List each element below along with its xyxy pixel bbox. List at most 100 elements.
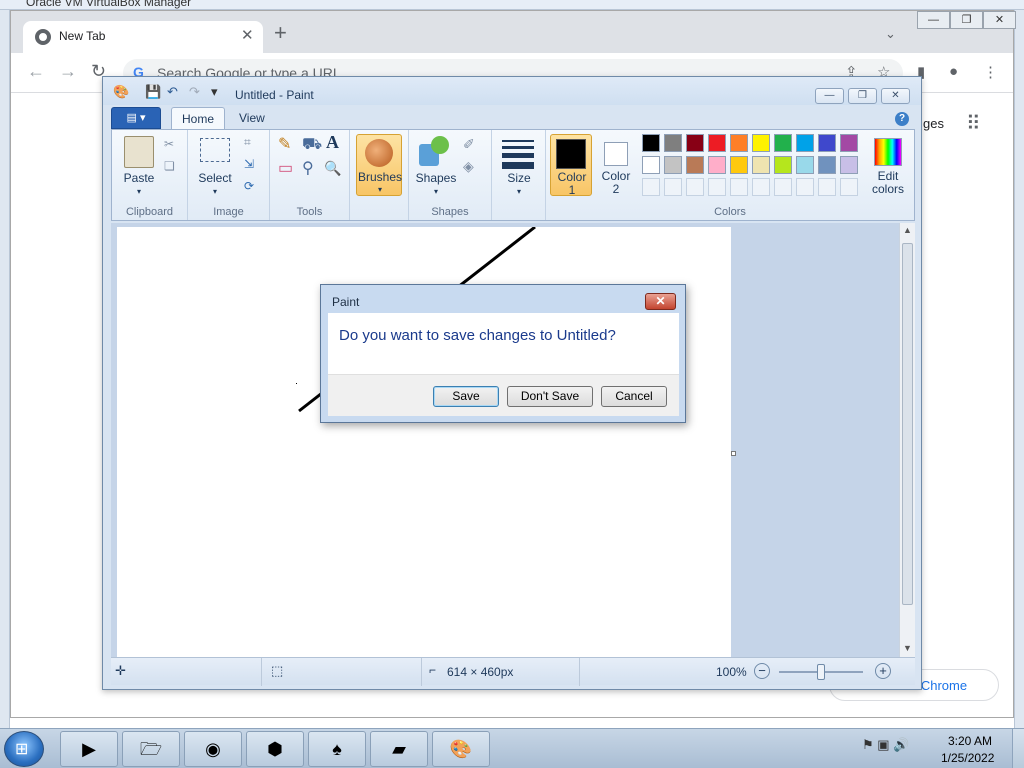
minimize-button[interactable]: — — [917, 11, 950, 29]
color-swatch[interactable] — [752, 156, 770, 174]
profile-icon[interactable]: ● — [949, 63, 958, 80]
custom-color-slot[interactable] — [686, 178, 704, 196]
rotate-icon[interactable]: ⟳ — [244, 180, 254, 193]
save-button[interactable]: Save — [433, 386, 499, 407]
custom-color-slot[interactable] — [708, 178, 726, 196]
custom-color-slot[interactable] — [752, 178, 770, 196]
color-swatch[interactable] — [818, 156, 836, 174]
color-swatch[interactable] — [642, 156, 660, 174]
crop-icon[interactable]: ⌗ — [244, 136, 251, 149]
taskbar-solitaire-button[interactable]: ♠ — [308, 731, 366, 767]
tab-home[interactable]: Home — [171, 107, 226, 129]
tab-close-icon[interactable]: ✕ — [241, 26, 254, 44]
fill-icon[interactable]: ⛟ — [302, 137, 322, 153]
cancel-button[interactable]: Cancel — [601, 386, 667, 407]
taskbar-chrome-button[interactable]: ◉ — [184, 731, 242, 767]
color2-button[interactable]: Color 2 — [596, 134, 636, 196]
scroll-down-icon[interactable]: ▼ — [903, 643, 912, 653]
close-button[interactable]: ✕ — [983, 11, 1016, 29]
shapes-button[interactable]: Shapes — [413, 172, 459, 185]
zoom-out-button[interactable]: − — [754, 663, 770, 679]
paste-button[interactable]: Paste — [118, 172, 160, 185]
custom-color-slot[interactable] — [730, 178, 748, 196]
apps-grid-icon[interactable]: ⠿ — [966, 111, 981, 136]
redo-icon[interactable]: ↷ — [189, 84, 200, 100]
size-button[interactable]: Size — [496, 172, 542, 185]
color-swatch[interactable] — [730, 134, 748, 152]
custom-color-slot[interactable] — [796, 178, 814, 196]
taskbar-explorer-button[interactable]: 🗁 — [122, 731, 180, 767]
taskbar-virtualbox-button[interactable]: ⬢ — [246, 731, 304, 767]
paste-dropdown-icon[interactable]: ▾ — [118, 185, 160, 198]
scroll-thumb[interactable] — [902, 243, 913, 605]
color-swatch[interactable] — [796, 134, 814, 152]
taskbar-sticky-notes-button[interactable]: ▰ — [370, 731, 428, 767]
clock-time[interactable]: 3:20 AM — [948, 734, 992, 748]
custom-color-slot[interactable] — [840, 178, 858, 196]
custom-color-slot[interactable] — [818, 178, 836, 196]
dialog-close-button[interactable]: ✕ — [645, 293, 676, 310]
vertical-scrollbar[interactable]: ▲ ▼ — [899, 223, 915, 657]
paint-restore-button[interactable]: ❐ — [848, 88, 877, 104]
taskbar-media-player-button[interactable]: ▶ — [60, 731, 118, 767]
select-button[interactable]: Select — [192, 172, 238, 185]
color-swatch[interactable] — [774, 156, 792, 174]
clock-date[interactable]: 1/25/2022 — [941, 751, 994, 765]
images-link[interactable]: ges — [923, 116, 944, 131]
paint-close-button[interactable]: ✕ — [881, 88, 910, 104]
undo-icon[interactable]: ↶ — [167, 84, 178, 100]
customize-qat-icon[interactable]: ▾ — [211, 84, 218, 100]
dont-save-button[interactable]: Don't Save — [507, 386, 593, 407]
custom-color-slot[interactable] — [642, 178, 660, 196]
paint-minimize-button[interactable]: — — [815, 88, 844, 104]
restore-button[interactable]: ❐ — [950, 11, 983, 29]
help-icon[interactable]: ? — [895, 112, 909, 126]
eraser-icon[interactable]: ▭ — [278, 161, 293, 177]
scroll-up-icon[interactable]: ▲ — [903, 225, 912, 235]
color-swatch[interactable] — [752, 134, 770, 152]
resize-icon[interactable]: ⇲ — [244, 158, 254, 171]
size-dropdown-icon[interactable]: ▾ — [496, 185, 542, 198]
color-swatch[interactable] — [774, 134, 792, 152]
start-button[interactable]: ⊞ — [4, 731, 44, 767]
save-icon[interactable]: 💾 — [145, 84, 161, 100]
tab-search-icon[interactable]: ⌄ — [885, 26, 896, 42]
shapes-dropdown-icon[interactable]: ▾ — [413, 185, 459, 198]
canvas-resize-handle[interactable] — [731, 451, 736, 456]
paint-menu-button[interactable]: ▤ ▾ — [111, 107, 161, 129]
custom-color-slot[interactable] — [774, 178, 792, 196]
color-swatch[interactable] — [730, 156, 748, 174]
magnifier-icon[interactable]: 🔍 — [324, 161, 341, 175]
color-swatch[interactable] — [708, 156, 726, 174]
zoom-slider-thumb[interactable] — [817, 664, 825, 680]
custom-color-slot[interactable] — [664, 178, 682, 196]
color-swatch[interactable] — [796, 156, 814, 174]
forward-icon[interactable]: → — [59, 61, 77, 82]
system-tray-icons[interactable]: ⚑ ▣ 🔊 — [862, 737, 909, 753]
color-swatch[interactable] — [664, 156, 682, 174]
color1-button[interactable]: Color 1 — [550, 134, 592, 197]
cut-icon[interactable]: ✂ — [164, 138, 174, 151]
zoom-in-button[interactable]: + — [875, 663, 891, 679]
new-tab-button[interactable]: + — [274, 22, 287, 44]
color-swatch[interactable] — [818, 134, 836, 152]
brushes-button[interactable]: Brushes ▾ — [356, 134, 402, 196]
text-icon[interactable]: A — [326, 133, 339, 151]
color-swatch[interactable] — [708, 134, 726, 152]
outline-icon[interactable]: ✐ — [463, 137, 475, 151]
copy-icon[interactable]: ❏ — [164, 160, 175, 173]
tab-new-tab[interactable]: New Tab ✕ — [23, 21, 263, 53]
pencil-icon[interactable]: ✎ — [278, 137, 291, 153]
color-swatch[interactable] — [686, 156, 704, 174]
select-dropdown-icon[interactable]: ▾ — [192, 185, 238, 198]
color-swatch[interactable] — [840, 134, 858, 152]
color-swatch[interactable] — [664, 134, 682, 152]
show-desktop-button[interactable] — [1012, 729, 1024, 768]
edit-colors-button[interactable]: Edit colors — [866, 134, 910, 196]
color-swatch[interactable] — [840, 156, 858, 174]
color-picker-icon[interactable]: ⚲ — [302, 161, 314, 177]
color-swatch[interactable] — [642, 134, 660, 152]
color-swatch[interactable] — [686, 134, 704, 152]
tab-view[interactable]: View — [229, 107, 275, 129]
shape-fill-icon[interactable]: ◈ — [463, 159, 474, 173]
